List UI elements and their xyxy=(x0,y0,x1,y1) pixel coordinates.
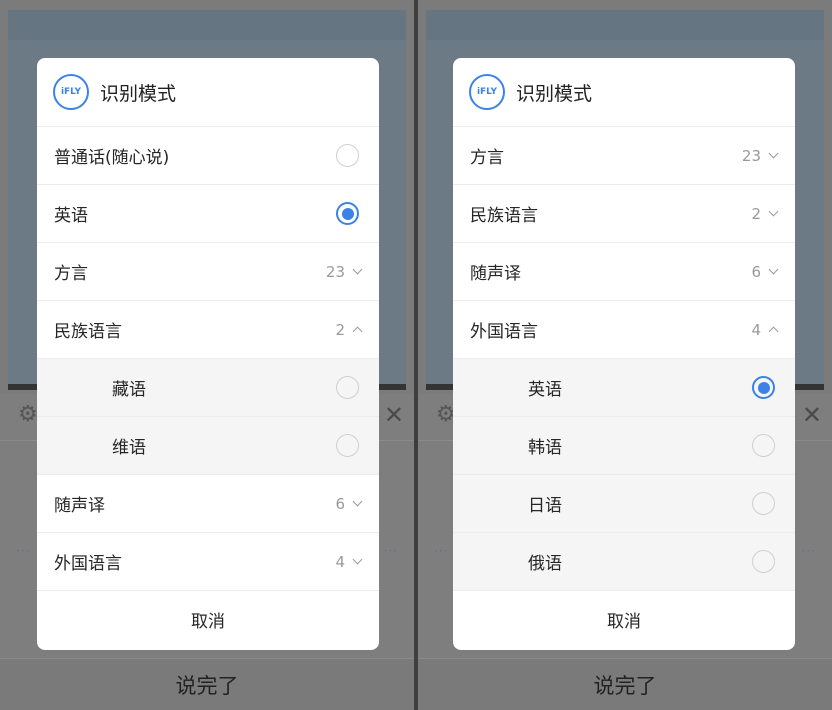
dots-icon: ··· xyxy=(383,544,398,558)
group-meta: 4 xyxy=(335,552,363,571)
group-meta: 6 xyxy=(751,262,779,281)
radio-icon[interactable] xyxy=(752,434,775,457)
cancel-button[interactable]: 取消 xyxy=(37,591,379,648)
chevron-down-icon xyxy=(768,206,779,216)
row-label: 俄语 xyxy=(528,554,562,574)
option-row[interactable]: 英语 xyxy=(453,359,795,417)
radio-icon[interactable] xyxy=(336,434,359,457)
row-label: 韩语 xyxy=(528,438,562,458)
group-count: 23 xyxy=(741,146,761,165)
chevron-up-icon xyxy=(768,326,779,337)
group-row[interactable]: 民族语言 2 xyxy=(37,301,379,359)
dialog-title: 识别模式 xyxy=(516,82,593,105)
right-screen: ⚙ ✕ ··· ··· 说完了 iFLY 识别模式 方言 23 民族语言 2 随声译 6 外… xyxy=(418,0,832,710)
group-count: 6 xyxy=(751,262,761,281)
group-meta: 23 xyxy=(325,262,363,281)
chevron-down-icon xyxy=(352,264,363,274)
group-row[interactable]: 外国语言 4 xyxy=(37,533,379,591)
group-count: 6 xyxy=(335,494,345,513)
row-label: 外国语言 xyxy=(54,554,122,574)
row-label: 藏语 xyxy=(112,380,146,400)
option-row[interactable]: 日语 xyxy=(453,475,795,533)
mode-list: 方言 23 民族语言 2 随声译 6 外国语言 4 英语韩语日语俄语 xyxy=(453,127,795,591)
finish-speaking-label: 说完了 xyxy=(175,673,239,698)
close-icon[interactable]: ✕ xyxy=(384,403,404,427)
row-label: 民族语言 xyxy=(470,206,538,226)
recognition-mode-dialog: iFLY 识别模式 方言 23 民族语言 2 随声译 6 外国语言 4 英语韩语日语俄语 取消 xyxy=(453,58,795,650)
row-label: 随声译 xyxy=(54,496,105,516)
dialog-header: iFLY 识别模式 xyxy=(37,58,379,127)
row-label: 普通话(随心说) xyxy=(54,148,170,168)
row-label: 日语 xyxy=(528,496,562,516)
dots-icon: ··· xyxy=(16,544,31,558)
group-row[interactable]: 外国语言 4 xyxy=(453,301,795,359)
row-label: 英语 xyxy=(54,206,88,226)
radio-icon[interactable] xyxy=(752,492,775,515)
radio-icon[interactable] xyxy=(752,550,775,573)
radio-icon[interactable] xyxy=(336,376,359,399)
cancel-button[interactable]: 取消 xyxy=(453,591,795,648)
row-label: 民族语言 xyxy=(54,322,122,342)
dialog-header: iFLY 识别模式 xyxy=(453,58,795,127)
chevron-down-icon xyxy=(768,264,779,274)
row-label: 随声译 xyxy=(470,264,521,284)
ifly-logo-icon: iFLY xyxy=(469,74,505,110)
group-row[interactable]: 随声译 6 xyxy=(37,475,379,533)
dots-icon: ··· xyxy=(434,544,449,558)
chevron-down-icon xyxy=(352,554,363,564)
option-row[interactable]: 藏语 xyxy=(37,359,379,417)
recognition-mode-dialog: iFLY 识别模式 普通话(随心说) 英语方言 23 民族语言 2 藏语维语随声译 6 外国语… xyxy=(37,58,379,650)
group-count: 2 xyxy=(751,204,761,223)
finish-speaking-bar[interactable]: 说完了 xyxy=(0,658,414,710)
chevron-up-icon xyxy=(352,326,363,337)
group-meta: 6 xyxy=(335,494,363,513)
option-row[interactable]: 普通话(随心说) xyxy=(37,127,379,185)
row-label: 方言 xyxy=(470,148,504,168)
option-row[interactable]: 韩语 xyxy=(453,417,795,475)
row-label: 英语 xyxy=(528,380,562,400)
close-icon[interactable]: ✕ xyxy=(802,403,822,427)
option-row[interactable]: 俄语 xyxy=(453,533,795,591)
ifly-logo-icon: iFLY xyxy=(53,74,89,110)
dialog-title: 识别模式 xyxy=(100,82,177,105)
radio-icon[interactable] xyxy=(752,376,775,399)
mode-list: 普通话(随心说) 英语方言 23 民族语言 2 藏语维语随声译 6 外国语言 4 xyxy=(37,127,379,591)
row-label: 维语 xyxy=(112,438,146,458)
group-meta: 2 xyxy=(335,320,363,339)
row-label: 外国语言 xyxy=(470,322,538,342)
group-row[interactable]: 民族语言 2 xyxy=(453,185,795,243)
finish-speaking-bar[interactable]: 说完了 xyxy=(418,658,832,710)
group-meta: 2 xyxy=(751,204,779,223)
group-row[interactable]: 方言 23 xyxy=(453,127,795,185)
radio-icon[interactable] xyxy=(336,144,359,167)
chevron-down-icon xyxy=(768,148,779,158)
chevron-down-icon xyxy=(352,496,363,506)
group-meta: 23 xyxy=(741,146,779,165)
radio-icon[interactable] xyxy=(336,202,359,225)
option-row[interactable]: 英语 xyxy=(37,185,379,243)
gear-icon[interactable]: ⚙ xyxy=(18,404,38,426)
finish-speaking-label: 说完了 xyxy=(593,673,657,698)
group-count: 4 xyxy=(751,320,761,339)
group-count: 4 xyxy=(335,552,345,571)
group-meta: 4 xyxy=(751,320,779,339)
group-row[interactable]: 方言 23 xyxy=(37,243,379,301)
group-row[interactable]: 随声译 6 xyxy=(453,243,795,301)
option-row[interactable]: 维语 xyxy=(37,417,379,475)
row-label: 方言 xyxy=(54,264,88,284)
group-count: 2 xyxy=(335,320,345,339)
group-count: 23 xyxy=(325,262,345,281)
dots-icon: ··· xyxy=(801,544,816,558)
left-screen: ⚙ ✕ ··· ··· 说完了 iFLY 识别模式 普通话(随心说) 英语方言 23… xyxy=(0,0,414,710)
